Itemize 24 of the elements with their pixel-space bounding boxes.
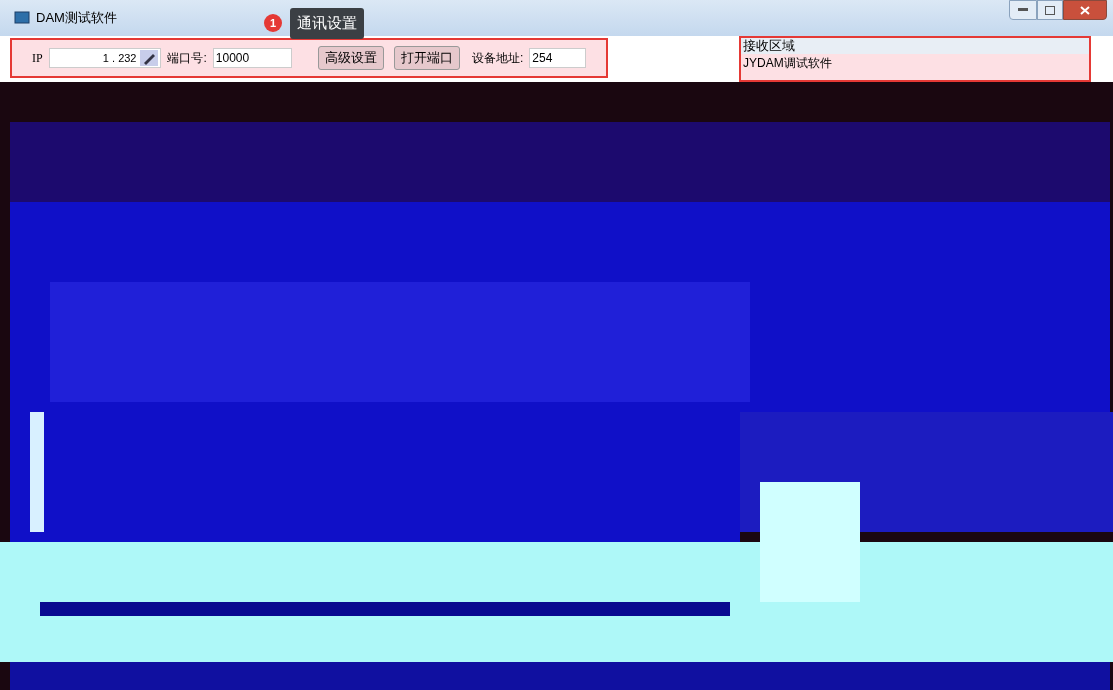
ip-label: IP — [32, 50, 43, 67]
address-label: 设备地址: — [472, 50, 524, 67]
close-button[interactable] — [1063, 0, 1107, 20]
address-field[interactable]: 254 — [529, 48, 586, 68]
minimize-button[interactable] — [1009, 0, 1037, 20]
port-value: 10000 — [215, 50, 250, 67]
close-icon — [1080, 5, 1090, 15]
toolbar-button[interactable]: 高级设置 — [318, 46, 384, 70]
ip-value: 1 . 232 — [102, 50, 137, 66]
step-badge: 1 — [264, 14, 282, 33]
pencil-icon — [140, 50, 159, 66]
maximize-button[interactable] — [1037, 0, 1063, 20]
minimize-icon — [1018, 8, 1028, 12]
port-field[interactable]: 10000 — [212, 48, 292, 68]
receive-title: 接收区域 — [742, 38, 796, 54]
maximize-icon — [1045, 5, 1055, 15]
window-icon — [14, 11, 30, 25]
port-label: 端口号: — [167, 50, 207, 67]
receive-line: JYDAM调试软件 — [743, 55, 833, 72]
callout-tooltip: 通讯设置 — [290, 8, 364, 39]
ip-field[interactable]: 1 . 232 — [48, 48, 162, 68]
address-value: 254 — [532, 50, 553, 67]
window-title: DAM测试软件 — [36, 9, 117, 28]
toolbar-button[interactable]: 打开端口 — [394, 46, 460, 70]
